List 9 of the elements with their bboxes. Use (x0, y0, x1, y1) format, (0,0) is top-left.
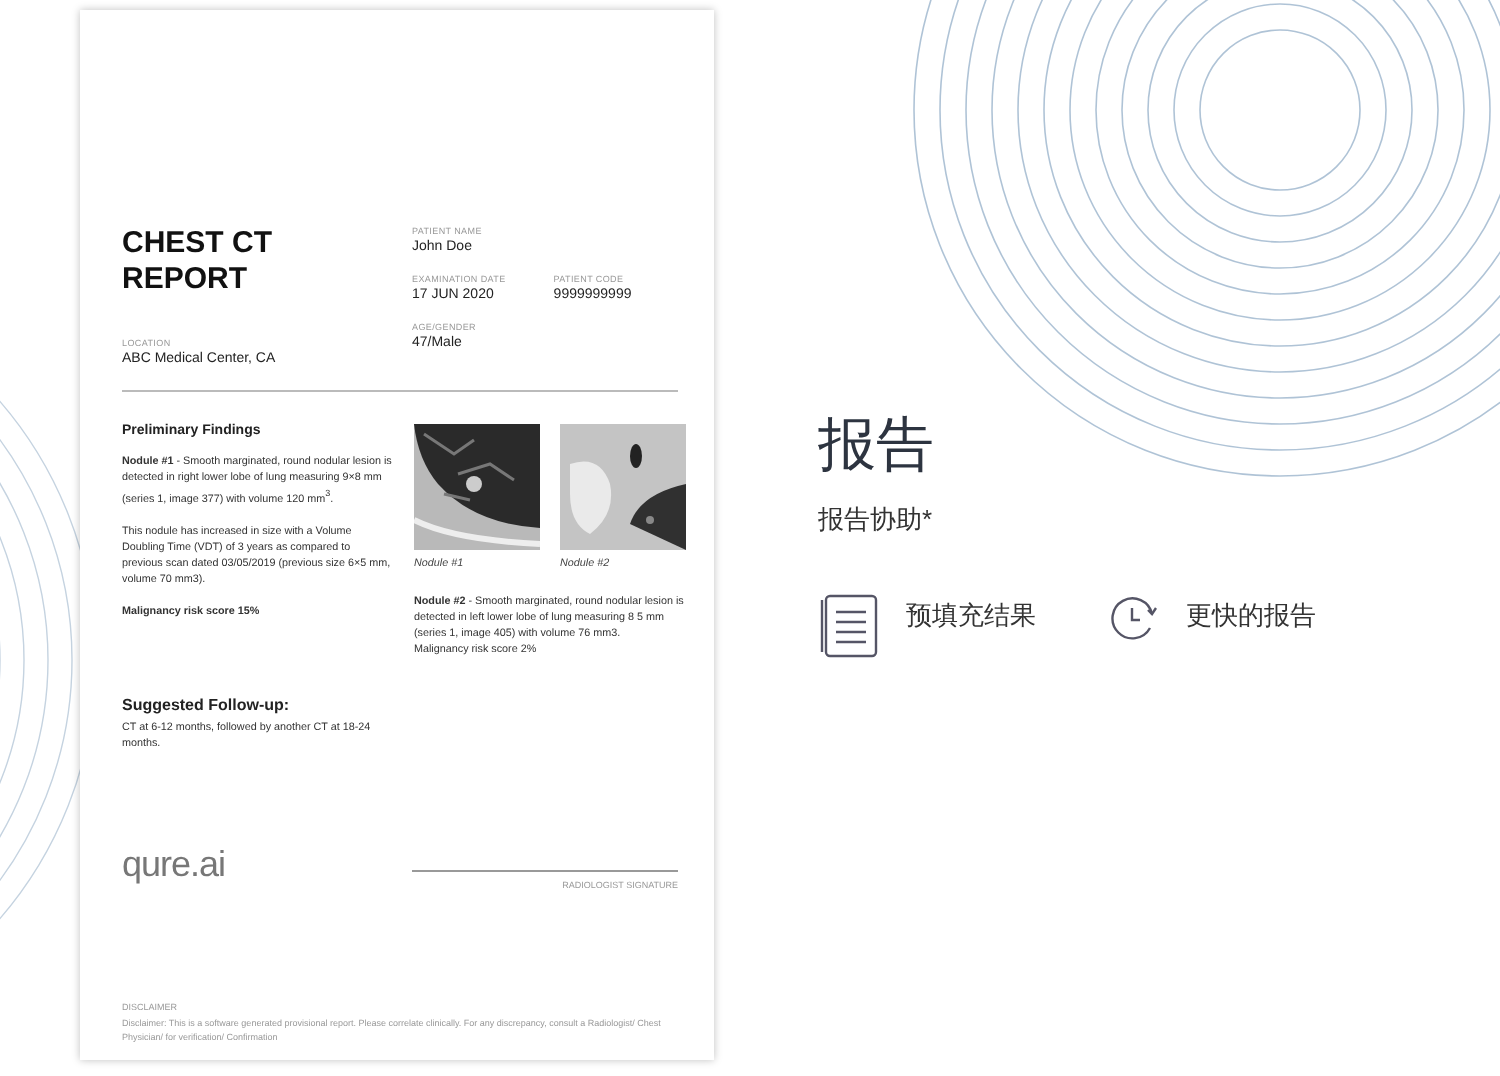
report-title: CHEST CT REPORT (122, 226, 274, 298)
feature-label: 预填充结果 (906, 598, 1038, 634)
clock-icon (1110, 594, 1158, 642)
feature-label: 更快的报告 (1186, 598, 1318, 634)
section-subheading: 报告协助* (818, 502, 935, 538)
logo: qure.ai (122, 843, 228, 888)
followup-heading: Suggested Follow-up: (122, 695, 292, 714)
section-heading: 报告 (818, 412, 936, 482)
document-icon (818, 594, 878, 658)
